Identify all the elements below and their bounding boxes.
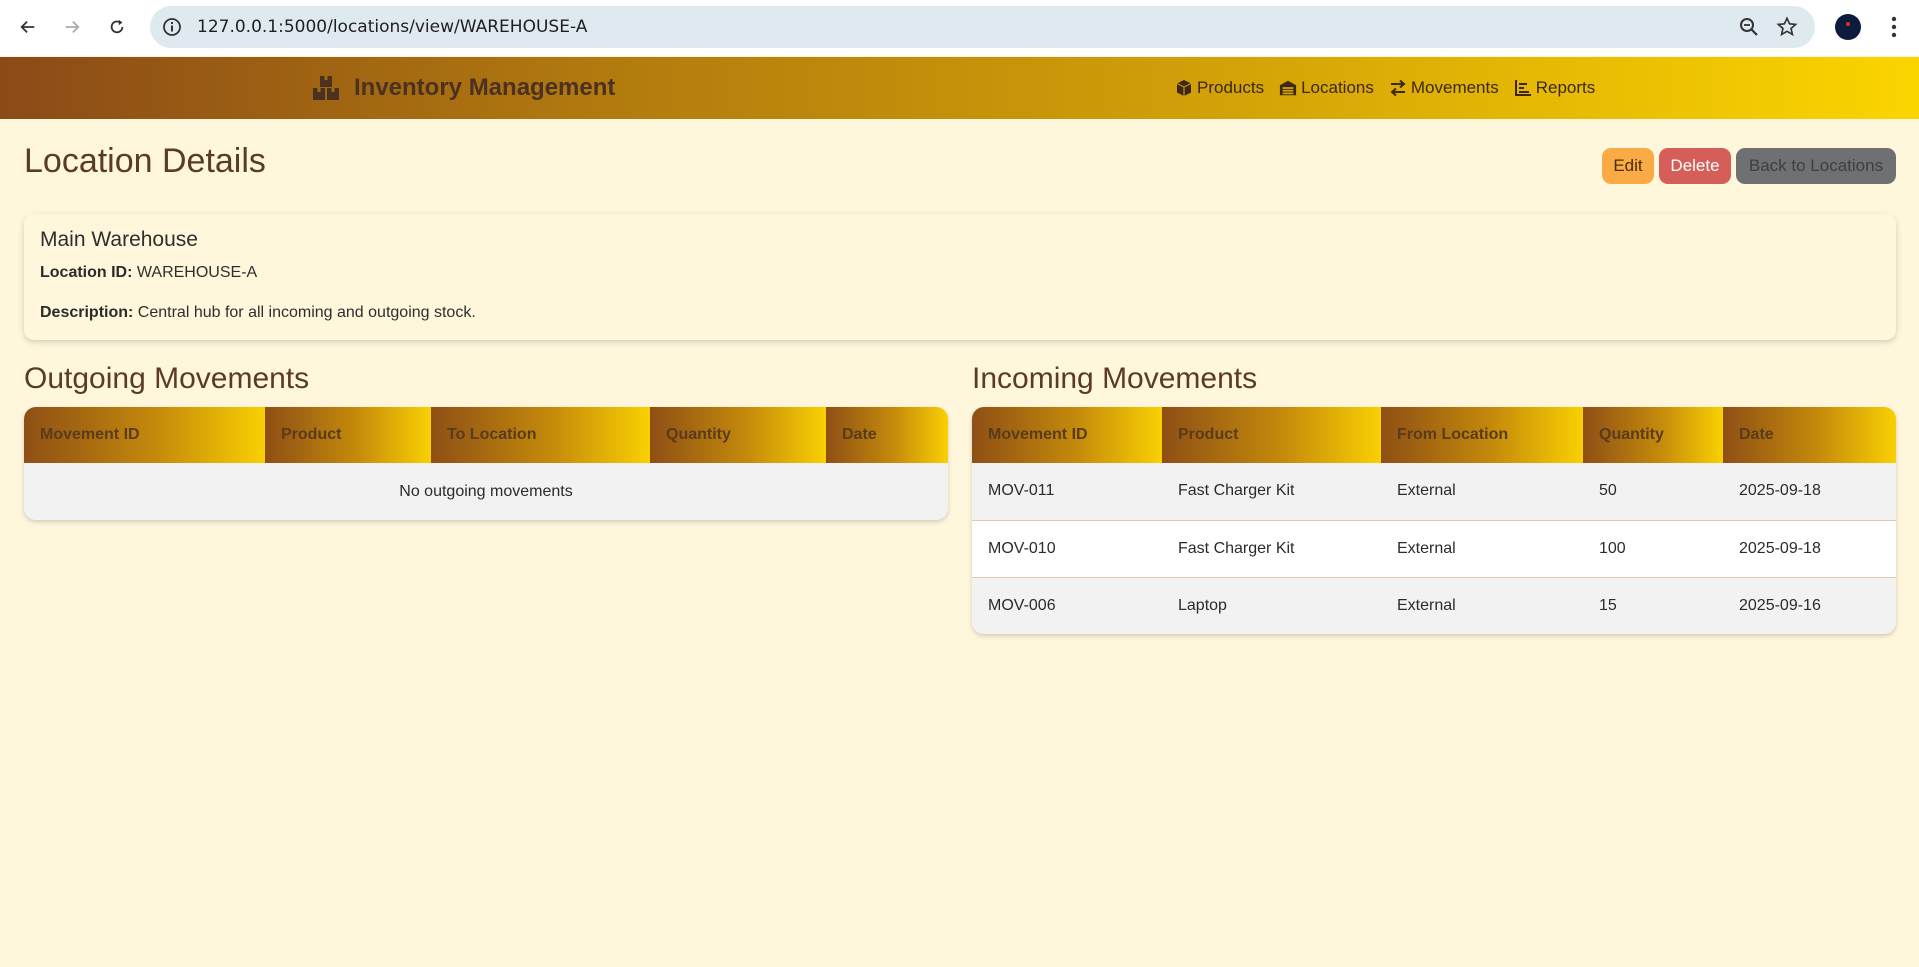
- back-to-locations-button[interactable]: Back to Locations: [1736, 148, 1896, 184]
- product-cell: Fast Charger Kit: [1162, 519, 1381, 577]
- incoming-col-movement-id: Movement ID: [972, 407, 1162, 463]
- description-row: Description: Central hub for all incomin…: [40, 304, 476, 322]
- product-cell: Laptop: [1162, 576, 1381, 634]
- from-location-cell: External: [1381, 463, 1583, 520]
- incoming-col-product: Product: [1162, 407, 1381, 463]
- outgoing-table: Movement ID Product To Location Quantity…: [24, 407, 948, 520]
- description-value: Central hub for all incoming and outgoin…: [137, 304, 476, 321]
- app-navbar: Inventory Management Products Locations …: [0, 57, 1919, 119]
- incoming-table: Movement ID Product From Location Quanti…: [972, 407, 1896, 634]
- incoming-title: Incoming Movements: [972, 362, 1258, 395]
- outgoing-col-to-location: To Location: [431, 407, 650, 463]
- nav-reports[interactable]: Reports: [1514, 78, 1596, 98]
- brand[interactable]: Inventory Management: [312, 57, 615, 119]
- box-icon: [1176, 80, 1192, 96]
- outgoing-empty-row: No outgoing movements: [24, 463, 948, 520]
- boxes-icon: [313, 76, 339, 100]
- quantity-cell: 50: [1583, 463, 1723, 520]
- address-bar[interactable]: 127.0.0.1:5000/locations/view/WAREHOUSE-…: [150, 6, 1815, 48]
- nav-reports-label: Reports: [1535, 78, 1596, 97]
- quantity-cell: 100: [1583, 519, 1723, 577]
- outgoing-empty-text: No outgoing movements: [24, 463, 948, 520]
- outgoing-col-product: Product: [265, 407, 431, 463]
- incoming-col-date: Date: [1723, 407, 1896, 463]
- browser-menu-icon[interactable]: [1884, 13, 1904, 41]
- page-actions: Edit Delete Back to Locations: [1597, 148, 1896, 184]
- date-cell: 2025-09-16: [1723, 576, 1896, 634]
- table-row[interactable]: MOV-010 Fast Charger Kit External 100 20…: [972, 519, 1896, 577]
- incoming-col-quantity: Quantity: [1583, 407, 1723, 463]
- forward-arrow-icon[interactable]: [58, 13, 86, 41]
- movement-id-cell: MOV-006: [972, 576, 1162, 634]
- location-card: Main Warehouse Location ID: WAREHOUSE-A …: [24, 214, 1896, 340]
- incoming-header-row: Movement ID Product From Location Quanti…: [972, 407, 1896, 463]
- table-row[interactable]: MOV-006 Laptop External 15 2025-09-16: [972, 576, 1896, 634]
- quantity-cell: 15: [1583, 576, 1723, 634]
- delete-button[interactable]: Delete: [1659, 148, 1731, 184]
- location-name: Main Warehouse: [40, 228, 198, 251]
- warehouse-icon: [1279, 80, 1297, 96]
- nav-movements-label: Movements: [1410, 78, 1499, 97]
- date-cell: 2025-09-18: [1723, 463, 1896, 520]
- profile-avatar[interactable]: [1835, 14, 1861, 40]
- from-location-cell: External: [1381, 519, 1583, 577]
- incoming-col-from-location: From Location: [1381, 407, 1583, 463]
- movement-id-cell: MOV-010: [972, 519, 1162, 577]
- page-title: Location Details: [24, 142, 266, 180]
- nav-movements[interactable]: Movements: [1389, 78, 1499, 98]
- reload-icon[interactable]: [103, 13, 131, 41]
- site-info-icon[interactable]: [162, 17, 182, 37]
- location-id-row: Location ID: WAREHOUSE-A: [40, 264, 257, 282]
- zoom-icon[interactable]: [1739, 17, 1759, 37]
- nav-locations[interactable]: Locations: [1279, 78, 1374, 98]
- product-cell: Fast Charger Kit: [1162, 463, 1381, 520]
- chart-icon: [1514, 80, 1531, 96]
- date-cell: 2025-09-18: [1723, 519, 1896, 577]
- back-arrow-icon[interactable]: [14, 13, 42, 41]
- location-id-value: WAREHOUSE-A: [136, 264, 258, 281]
- nav-products[interactable]: Products: [1175, 78, 1264, 98]
- main-menu: Products Locations Movements Reports: [1175, 57, 1610, 119]
- bookmark-star-icon[interactable]: [1776, 16, 1798, 38]
- outgoing-header-row: Movement ID Product To Location Quantity…: [24, 407, 948, 463]
- browser-toolbar: 127.0.0.1:5000/locations/view/WAREHOUSE-…: [0, 0, 1919, 56]
- location-id-label: Location ID:: [40, 264, 133, 281]
- arrows-exchange-icon: [1390, 79, 1406, 97]
- table-row[interactable]: MOV-011 Fast Charger Kit External 50 202…: [972, 463, 1896, 520]
- outgoing-title: Outgoing Movements: [24, 362, 310, 395]
- brand-title: Inventory Management: [354, 74, 616, 101]
- outgoing-col-quantity: Quantity: [650, 407, 826, 463]
- movement-id-cell: MOV-011: [972, 463, 1162, 520]
- outgoing-col-movement-id: Movement ID: [24, 407, 265, 463]
- nav-locations-label: Locations: [1301, 78, 1374, 97]
- url-text[interactable]: 127.0.0.1:5000/locations/view/WAREHOUSE-…: [197, 6, 587, 48]
- nav-products-label: Products: [1197, 78, 1265, 97]
- description-label: Description:: [40, 304, 134, 321]
- edit-button[interactable]: Edit: [1602, 148, 1654, 184]
- from-location-cell: External: [1381, 576, 1583, 634]
- outgoing-col-date: Date: [826, 407, 948, 463]
